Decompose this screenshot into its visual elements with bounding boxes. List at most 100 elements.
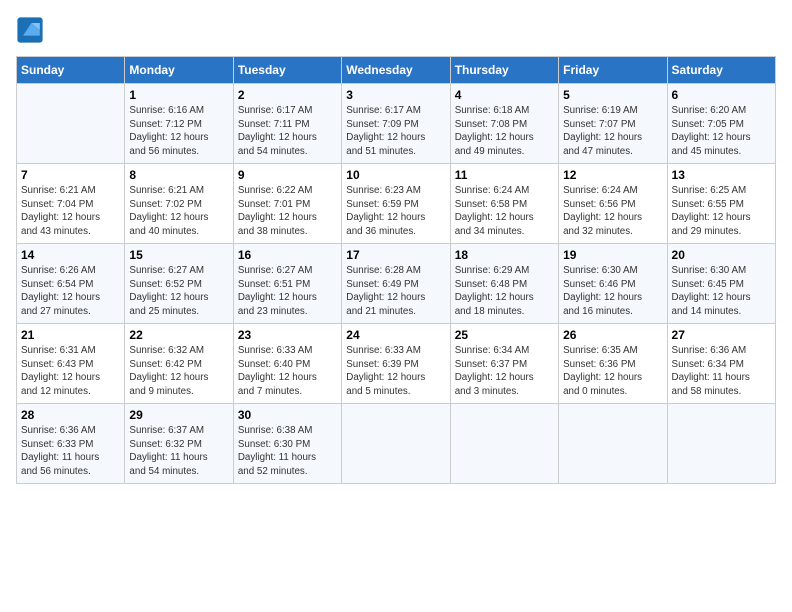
calendar-cell: 25 Sunrise: 6:34 AM Sunset: 6:37 PM Dayli… xyxy=(450,324,558,404)
day-number: 15 xyxy=(129,248,228,262)
calendar-cell: 20 Sunrise: 6:30 AM Sunset: 6:45 PM Dayli… xyxy=(667,244,775,324)
calendar-cell: 14 Sunrise: 6:26 AM Sunset: 6:54 PM Dayli… xyxy=(17,244,125,324)
calendar-cell xyxy=(559,404,667,484)
day-info: Sunrise: 6:36 AM Sunset: 6:33 PM Dayligh… xyxy=(21,424,120,479)
calendar-cell: 3 Sunrise: 6:17 AM Sunset: 7:09 PM Daylig… xyxy=(342,84,450,164)
day-info: Sunrise: 6:17 AM Sunset: 7:09 PM Dayligh… xyxy=(346,104,445,159)
day-number: 30 xyxy=(238,408,337,422)
calendar-cell xyxy=(450,404,558,484)
day-info: Sunrise: 6:32 AM Sunset: 6:42 PM Dayligh… xyxy=(129,344,228,399)
calendar-cell: 1 Sunrise: 6:16 AM Sunset: 7:12 PM Daylig… xyxy=(125,84,233,164)
calendar-cell: 15 Sunrise: 6:27 AM Sunset: 6:52 PM Dayli… xyxy=(125,244,233,324)
col-header-tuesday: Tuesday xyxy=(233,57,341,84)
day-number: 28 xyxy=(21,408,120,422)
day-info: Sunrise: 6:21 AM Sunset: 7:02 PM Dayligh… xyxy=(129,184,228,239)
calendar-cell: 4 Sunrise: 6:18 AM Sunset: 7:08 PM Daylig… xyxy=(450,84,558,164)
day-number: 2 xyxy=(238,88,337,102)
header xyxy=(16,16,776,44)
calendar-cell: 6Sunrise: 6:20 AM Sunset: 7:05 PM Daylig… xyxy=(667,84,775,164)
day-number: 9 xyxy=(238,168,337,182)
col-header-monday: Monday xyxy=(125,57,233,84)
day-number: 18 xyxy=(455,248,554,262)
day-number: 5 xyxy=(563,88,662,102)
calendar-cell: 29 Sunrise: 6:37 AM Sunset: 6:32 PM Dayli… xyxy=(125,404,233,484)
calendar-cell xyxy=(667,404,775,484)
calendar-cell: 18 Sunrise: 6:29 AM Sunset: 6:48 PM Dayli… xyxy=(450,244,558,324)
day-number: 14 xyxy=(21,248,120,262)
day-number: 16 xyxy=(238,248,337,262)
col-header-saturday: Saturday xyxy=(667,57,775,84)
day-number: 17 xyxy=(346,248,445,262)
day-number: 26 xyxy=(563,328,662,342)
calendar-table: SundayMondayTuesdayWednesdayThursdayFrid… xyxy=(16,56,776,484)
calendar-cell: 10 Sunrise: 6:23 AM Sunset: 6:59 PM Dayli… xyxy=(342,164,450,244)
day-number: 29 xyxy=(129,408,228,422)
day-info: Sunrise: 6:24 AM Sunset: 6:56 PM Dayligh… xyxy=(563,184,662,239)
day-info: Sunrise: 6:27 AM Sunset: 6:52 PM Dayligh… xyxy=(129,264,228,319)
day-info: Sunrise: 6:29 AM Sunset: 6:48 PM Dayligh… xyxy=(455,264,554,319)
calendar-cell xyxy=(17,84,125,164)
day-number: 7 xyxy=(21,168,120,182)
calendar-cell: 27Sunrise: 6:36 AM Sunset: 6:34 PM Dayli… xyxy=(667,324,775,404)
day-number: 22 xyxy=(129,328,228,342)
day-number: 10 xyxy=(346,168,445,182)
calendar-cell: 5 Sunrise: 6:19 AM Sunset: 7:07 PM Daylig… xyxy=(559,84,667,164)
day-number: 6 xyxy=(672,88,771,102)
calendar-cell: 21 Sunrise: 6:31 AM Sunset: 6:43 PM Dayli… xyxy=(17,324,125,404)
day-number: 13 xyxy=(672,168,771,182)
logo xyxy=(16,16,48,44)
day-info: Sunrise: 6:38 AM Sunset: 6:30 PM Dayligh… xyxy=(238,424,337,479)
day-info: Sunrise: 6:17 AM Sunset: 7:11 PM Dayligh… xyxy=(238,104,337,159)
calendar-cell: 12 Sunrise: 6:24 AM Sunset: 6:56 PM Dayli… xyxy=(559,164,667,244)
calendar-cell: 2 Sunrise: 6:17 AM Sunset: 7:11 PM Daylig… xyxy=(233,84,341,164)
day-info: Sunrise: 6:24 AM Sunset: 6:58 PM Dayligh… xyxy=(455,184,554,239)
day-number: 25 xyxy=(455,328,554,342)
day-number: 27 xyxy=(672,328,771,342)
day-number: 20 xyxy=(672,248,771,262)
calendar-cell: 26 Sunrise: 6:35 AM Sunset: 6:36 PM Dayli… xyxy=(559,324,667,404)
day-info: Sunrise: 6:18 AM Sunset: 7:08 PM Dayligh… xyxy=(455,104,554,159)
day-info: Sunrise: 6:30 AM Sunset: 6:46 PM Dayligh… xyxy=(563,264,662,319)
day-number: 19 xyxy=(563,248,662,262)
logo-icon xyxy=(16,16,44,44)
day-info: Sunrise: 6:30 AM Sunset: 6:45 PM Dayligh… xyxy=(672,264,771,319)
day-info: Sunrise: 6:25 AM Sunset: 6:55 PM Dayligh… xyxy=(672,184,771,239)
day-info: Sunrise: 6:28 AM Sunset: 6:49 PM Dayligh… xyxy=(346,264,445,319)
calendar-cell xyxy=(342,404,450,484)
calendar-cell: 22 Sunrise: 6:32 AM Sunset: 6:42 PM Dayli… xyxy=(125,324,233,404)
day-number: 1 xyxy=(129,88,228,102)
day-info: Sunrise: 6:33 AM Sunset: 6:40 PM Dayligh… xyxy=(238,344,337,399)
day-number: 12 xyxy=(563,168,662,182)
day-number: 21 xyxy=(21,328,120,342)
calendar-cell: 19 Sunrise: 6:30 AM Sunset: 6:46 PM Dayli… xyxy=(559,244,667,324)
day-info: Sunrise: 6:22 AM Sunset: 7:01 PM Dayligh… xyxy=(238,184,337,239)
day-number: 3 xyxy=(346,88,445,102)
calendar-cell: 7Sunrise: 6:21 AM Sunset: 7:04 PM Daylig… xyxy=(17,164,125,244)
day-info: Sunrise: 6:31 AM Sunset: 6:43 PM Dayligh… xyxy=(21,344,120,399)
day-info: Sunrise: 6:23 AM Sunset: 6:59 PM Dayligh… xyxy=(346,184,445,239)
calendar-cell: 17 Sunrise: 6:28 AM Sunset: 6:49 PM Dayli… xyxy=(342,244,450,324)
day-number: 8 xyxy=(129,168,228,182)
day-number: 24 xyxy=(346,328,445,342)
col-header-sunday: Sunday xyxy=(17,57,125,84)
day-info: Sunrise: 6:33 AM Sunset: 6:39 PM Dayligh… xyxy=(346,344,445,399)
day-info: Sunrise: 6:19 AM Sunset: 7:07 PM Dayligh… xyxy=(563,104,662,159)
day-info: Sunrise: 6:37 AM Sunset: 6:32 PM Dayligh… xyxy=(129,424,228,479)
calendar-cell: 16 Sunrise: 6:27 AM Sunset: 6:51 PM Dayli… xyxy=(233,244,341,324)
calendar-cell: 11Sunrise: 6:24 AM Sunset: 6:58 PM Dayli… xyxy=(450,164,558,244)
col-header-thursday: Thursday xyxy=(450,57,558,84)
day-info: Sunrise: 6:27 AM Sunset: 6:51 PM Dayligh… xyxy=(238,264,337,319)
day-number: 4 xyxy=(455,88,554,102)
day-info: Sunrise: 6:34 AM Sunset: 6:37 PM Dayligh… xyxy=(455,344,554,399)
calendar-cell: 23 Sunrise: 6:33 AM Sunset: 6:40 PM Dayli… xyxy=(233,324,341,404)
calendar-cell: 28 Sunrise: 6:36 AM Sunset: 6:33 PM Dayli… xyxy=(17,404,125,484)
day-number: 23 xyxy=(238,328,337,342)
day-info: Sunrise: 6:26 AM Sunset: 6:54 PM Dayligh… xyxy=(21,264,120,319)
calendar-cell: 24 Sunrise: 6:33 AM Sunset: 6:39 PM Dayli… xyxy=(342,324,450,404)
day-info: Sunrise: 6:35 AM Sunset: 6:36 PM Dayligh… xyxy=(563,344,662,399)
calendar-cell: 9 Sunrise: 6:22 AM Sunset: 7:01 PM Daylig… xyxy=(233,164,341,244)
calendar-cell: 8 Sunrise: 6:21 AM Sunset: 7:02 PM Daylig… xyxy=(125,164,233,244)
day-info: Sunrise: 6:16 AM Sunset: 7:12 PM Dayligh… xyxy=(129,104,228,159)
calendar-cell: 30 Sunrise: 6:38 AM Sunset: 6:30 PM Dayli… xyxy=(233,404,341,484)
col-header-wednesday: Wednesday xyxy=(342,57,450,84)
